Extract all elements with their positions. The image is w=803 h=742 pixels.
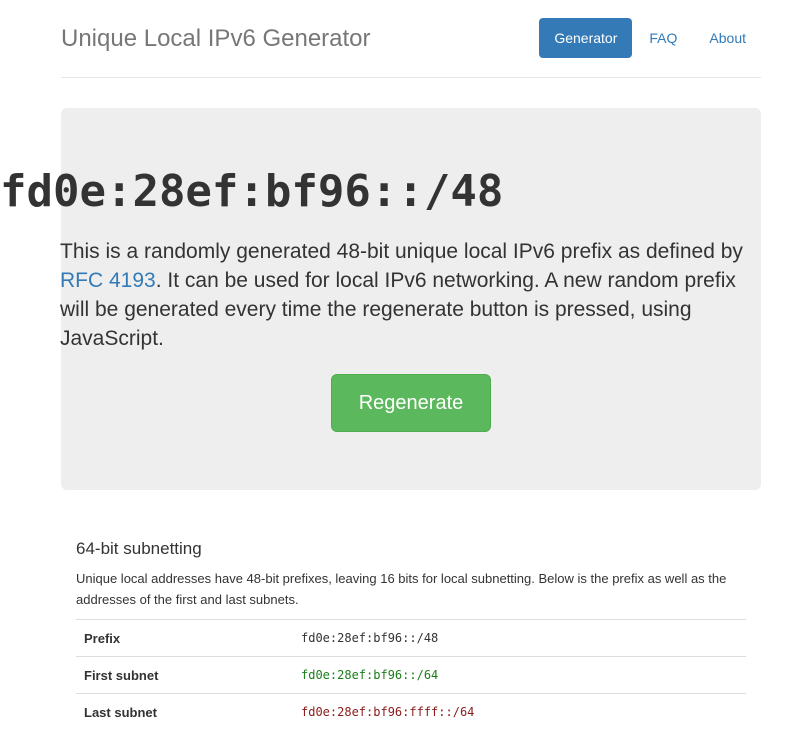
hero-description: This is a randomly generated 48-bit uniq… xyxy=(60,237,743,353)
prefix-value: fd0e:28ef:bf96::/48 xyxy=(293,619,746,657)
subnetting-section: 64-bit subnetting Unique local addresses… xyxy=(76,538,746,610)
main-nav: Generator FAQ About xyxy=(537,18,761,58)
nav-about[interactable]: About xyxy=(694,18,761,58)
site-title: Unique Local IPv6 Generator xyxy=(61,25,371,52)
nav-generator[interactable]: Generator xyxy=(539,18,633,58)
hero-description-start: This is a randomly generated 48-bit uniq… xyxy=(60,240,743,263)
hero-description-end: . It can be used for local IPv6 networki… xyxy=(60,269,736,350)
table-row: First subnet fd0e:28ef:bf96::/64 xyxy=(76,656,746,694)
last-subnet-value: fd0e:28ef:bf96:ffff::/64 xyxy=(293,693,746,731)
row-label: Last subnet xyxy=(76,693,293,731)
subnetting-description: Unique local addresses have 48-bit prefi… xyxy=(76,571,727,607)
generated-prefix: fd0e:28ef:bf96::/48 xyxy=(0,166,504,217)
table-row: Last subnet fd0e:28ef:bf96:ffff::/64 xyxy=(76,693,746,731)
nav-faq[interactable]: FAQ xyxy=(634,18,692,58)
site-header: Unique Local IPv6 Generator Generator FA… xyxy=(61,0,761,78)
subnet-table: Prefix fd0e:28ef:bf96::/48 First subnet … xyxy=(76,619,746,731)
subnetting-heading: 64-bit subnetting xyxy=(76,539,202,558)
first-subnet-value: fd0e:28ef:bf96::/64 xyxy=(293,656,746,694)
rfc-link[interactable]: RFC 4193 xyxy=(60,269,156,292)
regenerate-button[interactable]: Regenerate xyxy=(331,374,491,432)
table-row: Prefix fd0e:28ef:bf96::/48 xyxy=(76,619,746,657)
row-label: First subnet xyxy=(76,656,293,694)
row-label: Prefix xyxy=(76,619,293,657)
